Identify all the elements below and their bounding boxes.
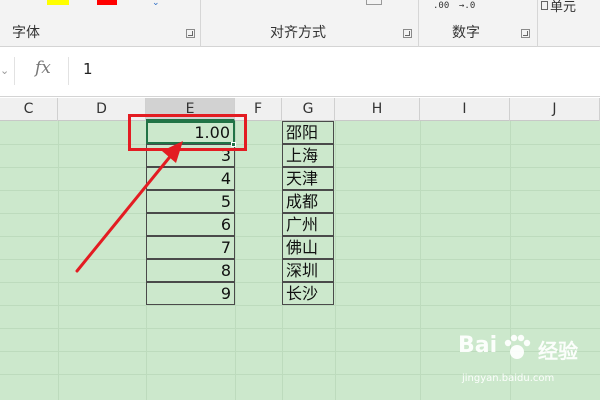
highlight-color-swatch[interactable] xyxy=(47,0,69,5)
column-header-h[interactable]: H xyxy=(335,98,420,121)
column-header-j[interactable]: J xyxy=(510,98,600,121)
cell-e[interactable]: 7 xyxy=(146,236,235,259)
watermark-url: jingyan.baidu.com xyxy=(462,373,555,384)
cell-g[interactable]: 上海 xyxy=(282,144,334,167)
cell-e[interactable]: 5 xyxy=(146,190,235,213)
cell-g[interactable]: 广州 xyxy=(282,213,334,236)
formula-input[interactable]: 1 xyxy=(83,60,93,78)
cell-e[interactable]: 6 xyxy=(146,213,235,236)
font-color-swatch[interactable] xyxy=(97,0,117,5)
merge-cells-icon[interactable] xyxy=(366,0,382,5)
formula-bar-separator xyxy=(68,57,69,85)
gridline xyxy=(58,121,59,400)
cell-style-button[interactable]: 单元 xyxy=(550,0,576,15)
ribbon-separator xyxy=(537,0,538,47)
column-headers: C D E F G H I J xyxy=(0,98,600,121)
formula-bar: ⌄ fx 1 xyxy=(0,47,600,97)
column-header-c[interactable]: C xyxy=(0,98,58,121)
gridline xyxy=(0,305,600,306)
cell-g[interactable]: 佛山 xyxy=(282,236,334,259)
gridline xyxy=(335,121,336,400)
cell-e[interactable]: 4 xyxy=(146,167,235,190)
cell-g[interactable]: 成都 xyxy=(282,190,334,213)
cell-g[interactable]: 天津 xyxy=(282,167,334,190)
cell-style-icon[interactable] xyxy=(541,1,548,10)
watermark-brand: Bai xyxy=(458,333,498,358)
gridline xyxy=(0,328,600,329)
group-label-alignment: 对齐方式 xyxy=(270,25,326,41)
font-dialog-launcher-icon[interactable] xyxy=(186,29,195,38)
alignment-dialog-launcher-icon[interactable] xyxy=(403,29,412,38)
column-header-i[interactable]: I xyxy=(420,98,510,121)
ribbon-separator xyxy=(200,0,201,47)
baidu-jingyan-watermark: Bai 经验 jingyan.baidu.com xyxy=(458,333,598,393)
paw-icon xyxy=(504,334,531,359)
cell-g[interactable]: 深圳 xyxy=(282,259,334,282)
group-label-font: 字体 xyxy=(12,25,40,41)
name-box-dropdown-icon[interactable]: ⌄ xyxy=(0,64,9,77)
cell-g[interactable]: 邵阳 xyxy=(282,121,334,144)
watermark-sub: 经验 xyxy=(538,339,578,363)
formula-bar-separator xyxy=(14,57,15,85)
group-label-number: 数字 xyxy=(452,25,480,41)
cell-e[interactable]: 9 xyxy=(146,282,235,305)
decrease-decimal-label[interactable]: .00 xyxy=(433,1,449,11)
annotation-highlight-box xyxy=(128,114,247,151)
number-dialog-launcher-icon[interactable] xyxy=(521,29,530,38)
cell-e[interactable]: 8 xyxy=(146,259,235,282)
increase-decimal-label[interactable]: →.0 xyxy=(459,1,475,11)
gridline xyxy=(420,121,421,400)
column-header-g[interactable]: G xyxy=(282,98,335,121)
clear-format-icon[interactable]: ⌄ xyxy=(152,0,160,8)
insert-function-button[interactable]: fx xyxy=(35,58,51,78)
cell-g[interactable]: 长沙 xyxy=(282,282,334,305)
gridline xyxy=(235,121,236,400)
ribbon: ⌄ 字体 对齐方式 .00 →.0 数字 单元 xyxy=(0,0,600,47)
ribbon-separator xyxy=(418,0,419,47)
